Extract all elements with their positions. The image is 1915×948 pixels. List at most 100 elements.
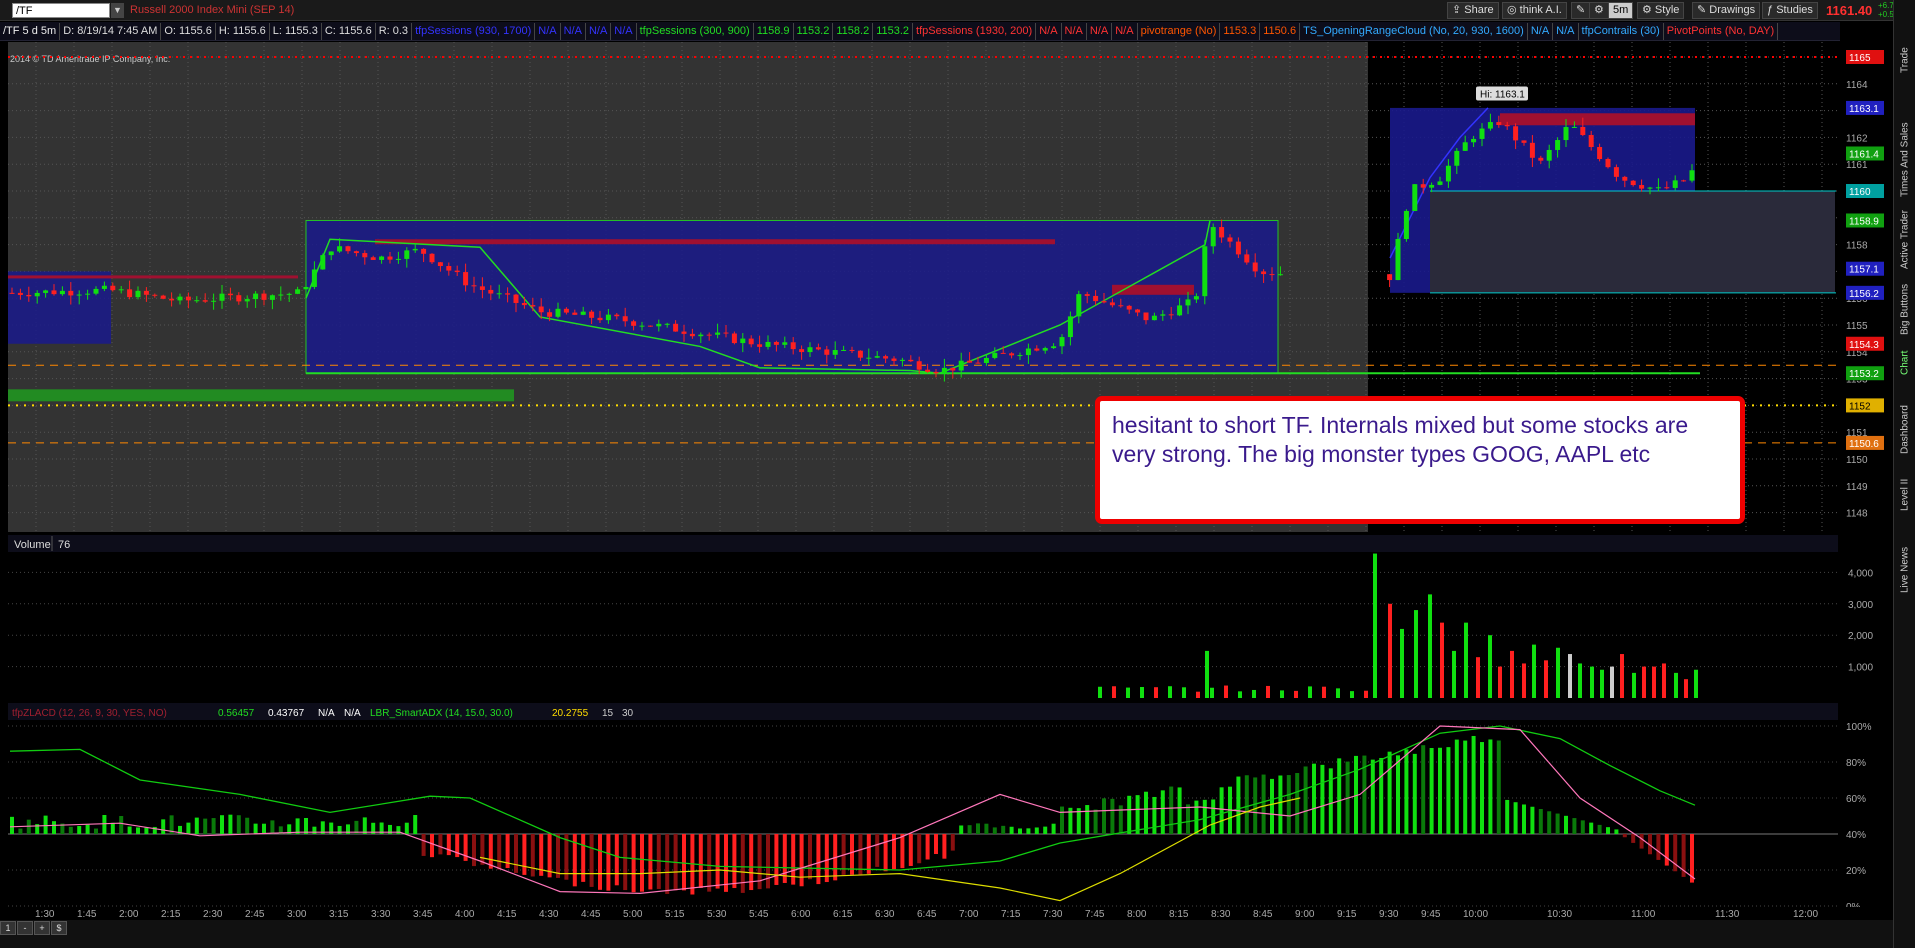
candle-body xyxy=(1655,187,1661,189)
histogram-bar xyxy=(1328,768,1333,834)
share-button[interactable]: ⇪ Share xyxy=(1447,2,1499,19)
histogram-bar xyxy=(959,825,964,834)
volume-bar xyxy=(1196,691,1200,698)
volume-bar xyxy=(1350,691,1354,698)
histogram-bar xyxy=(1085,805,1090,834)
time-tick-label: 6:15 xyxy=(833,909,853,920)
price-badge-label: 1156.2 xyxy=(1849,289,1879,300)
info-item[interactable]: pivotrange (No) xyxy=(1138,22,1221,40)
studies-button[interactable]: ƒ Studies xyxy=(1762,2,1818,19)
histogram-bar xyxy=(26,819,31,834)
price-button[interactable]: $ xyxy=(51,921,67,935)
interval-selector[interactable]: 5m xyxy=(1608,2,1634,19)
histogram-bar xyxy=(799,834,804,887)
info-item[interactable]: 1150.6 xyxy=(1260,22,1301,40)
volume-bar xyxy=(1652,666,1656,698)
sidebar-tab-chart[interactable]: Chart xyxy=(1896,340,1914,385)
candle-body xyxy=(832,350,838,355)
candle-body xyxy=(740,338,746,344)
info-item[interactable]: tfpSessions (930, 1700) xyxy=(412,22,536,40)
volume-bar xyxy=(1182,687,1186,698)
candle-body xyxy=(345,246,351,252)
info-item[interactable]: N/A xyxy=(1553,22,1579,40)
histogram-bar xyxy=(119,816,124,834)
volume-bar xyxy=(1532,644,1536,698)
zoom-in-button[interactable]: + xyxy=(34,921,50,935)
candle-body xyxy=(379,256,385,260)
histogram-bar xyxy=(564,834,569,880)
time-tick-label: 8:30 xyxy=(1211,909,1231,920)
sidebar-tab-trade[interactable]: Trade xyxy=(1896,20,1914,100)
info-item[interactable]: tfpContrails (30) xyxy=(1579,22,1664,40)
candle-body xyxy=(85,293,91,295)
info-item[interactable]: N/A xyxy=(1036,22,1062,40)
volume-bar xyxy=(1556,647,1560,698)
range-cloud-box xyxy=(8,271,111,344)
info-item[interactable]: 1153.2 xyxy=(794,22,834,40)
info-item[interactable]: N/A xyxy=(611,22,637,40)
candle-body xyxy=(521,302,527,306)
drawings-button[interactable]: ✎ Drawings xyxy=(1692,2,1761,19)
tools-icon[interactable]: ✎ xyxy=(1571,2,1591,19)
think-ai-button[interactable]: ◎ think A.I. xyxy=(1502,2,1567,19)
candle-body xyxy=(1277,274,1283,276)
info-item[interactable]: N/A xyxy=(586,22,612,40)
info-item[interactable]: PivotPoints (No, DAY) xyxy=(1664,22,1779,40)
info-item[interactable]: TS_OpeningRangeCloud (No, 20, 930, 1600) xyxy=(1300,22,1528,40)
info-item[interactable]: N/A xyxy=(561,22,586,40)
candle-body xyxy=(429,253,435,263)
histogram-bar xyxy=(194,817,199,834)
info-item[interactable]: 1158.2 xyxy=(833,22,874,40)
candle-body xyxy=(404,250,410,259)
lower-tick-label: 40% xyxy=(1846,830,1866,841)
histogram-bar xyxy=(1454,739,1459,834)
volume-bar xyxy=(1510,650,1514,698)
time-tick-label: 9:45 xyxy=(1421,909,1441,920)
info-item[interactable]: N/A xyxy=(1062,22,1087,40)
time-tick-label: 7:00 xyxy=(959,909,979,920)
wrench-icon[interactable]: ⚙ xyxy=(1589,2,1609,19)
histogram-bar xyxy=(581,834,586,882)
info-item[interactable]: N/A xyxy=(1112,22,1138,40)
candle-body xyxy=(421,248,427,254)
sidebar-tab-big-buttons[interactable]: Big Buttons xyxy=(1896,272,1914,347)
info-item[interactable]: tfpSessions (300, 900) xyxy=(637,22,754,40)
candle-body xyxy=(1051,346,1057,349)
histogram-bar xyxy=(270,820,275,834)
contrail-bar xyxy=(375,239,1055,245)
histogram-bar xyxy=(1597,824,1602,834)
histogram-bar xyxy=(1303,766,1308,834)
info-item[interactable]: N/A xyxy=(1087,22,1113,40)
info-item[interactable]: N/A xyxy=(535,22,561,40)
info-item: C: 1155.6 xyxy=(322,22,376,40)
info-item: D: 8/19/14 7:45 AM xyxy=(60,22,162,40)
zoom-level-button[interactable]: 1 xyxy=(0,921,16,935)
sidebar-tab-live-news[interactable]: Live News xyxy=(1896,522,1914,617)
info-item[interactable]: 1158.9 xyxy=(754,22,794,40)
histogram-bar xyxy=(253,823,258,834)
candle-body xyxy=(1462,142,1468,151)
histogram-bar xyxy=(1043,826,1048,834)
zoom-out-button[interactable]: - xyxy=(17,921,33,935)
candle-body xyxy=(437,262,443,267)
info-item[interactable]: 1153.2 xyxy=(873,22,914,40)
candle-body xyxy=(387,256,393,260)
style-button[interactable]: ⚙ Style xyxy=(1637,2,1685,19)
price-tick-label: 1161 xyxy=(1846,160,1868,171)
sidebar-tab-dashboard[interactable]: Dashboard xyxy=(1896,392,1914,467)
histogram-bar xyxy=(875,834,880,867)
sidebar-tab-level-ii[interactable]: Level II xyxy=(1896,465,1914,525)
histogram-bar xyxy=(1034,827,1039,834)
candle-body xyxy=(1597,147,1603,160)
info-item[interactable]: 1153.3 xyxy=(1220,22,1261,40)
time-tick-label: 3:30 xyxy=(371,909,391,920)
symbol-input[interactable]: /TF xyxy=(12,3,110,18)
candle-body xyxy=(1252,262,1258,272)
info-item[interactable]: N/A xyxy=(1528,22,1554,40)
info-item[interactable]: tfpSessions (1930, 200) xyxy=(913,22,1037,40)
candle-body xyxy=(303,286,309,290)
candle-body xyxy=(1025,348,1031,356)
chevron-down-icon[interactable]: ▼ xyxy=(111,3,124,18)
histogram-bar xyxy=(715,834,720,889)
histogram-bar xyxy=(665,834,670,894)
